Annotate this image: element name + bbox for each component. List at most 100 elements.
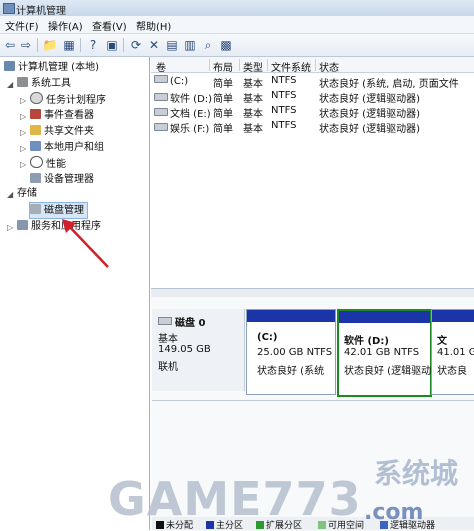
- toolbar-separator: [80, 38, 81, 52]
- toolbar-separator: [37, 38, 38, 52]
- volume-filesystem: NTFS: [271, 120, 297, 131]
- expand-icon[interactable]: ▷: [20, 160, 26, 169]
- show-hide-tree-icon[interactable]: ▦: [61, 37, 77, 53]
- tree-item-root[interactable]: 计算机管理 (本地): [4, 60, 99, 75]
- toolbar: ⇦ ⇨ 📁 ▦ ? ▣ ⟳ ✕ ▤ ▥ ⌕ ▩: [0, 34, 474, 57]
- column-header-filesystem[interactable]: 文件系统: [267, 59, 311, 74]
- partition-d[interactable]: 软件 (D:) 42.01 GB NTFS 状态良好 (逻辑驱动: [337, 309, 432, 397]
- tree-item-event-viewer[interactable]: 事件查看器: [30, 108, 94, 123]
- expand-icon[interactable]: ▷: [20, 96, 26, 105]
- back-arrow-icon[interactable]: ⇦: [2, 37, 18, 53]
- volume-layout: 简单: [213, 124, 233, 135]
- tree-item-storage[interactable]: 存储: [17, 186, 37, 201]
- table-row[interactable]: 娱乐 (F:) 简单 基本 NTFS 状态良好 (逻辑驱动器): [151, 119, 474, 135]
- volume-layout: 简单: [213, 79, 233, 90]
- disk-icon: [30, 204, 41, 214]
- services-icon: [17, 220, 28, 230]
- toolbar-separator: [123, 38, 124, 52]
- volume-type: 基本: [243, 124, 263, 135]
- partition-status: 状态良好 (逻辑驱动: [344, 366, 432, 377]
- partition-bar: [339, 311, 430, 323]
- partition-e[interactable]: 文 41.01 G 状态良: [431, 309, 474, 395]
- tree-item-device-manager[interactable]: 设备管理器: [30, 172, 94, 187]
- disk-label: 磁盘 0: [175, 318, 206, 329]
- delete-icon[interactable]: ✕: [146, 37, 162, 53]
- volume-name: 娱乐 (F:): [170, 124, 210, 135]
- navigation-tree: 计算机管理 (本地) ◢ 系统工具 ▷ 任务计划程序 ▷ 事件查看器 ▷ 共享文…: [0, 57, 150, 530]
- disk-info[interactable]: 磁盘 0 基本 149.05 GB 联机: [152, 309, 245, 391]
- watermark-domain: .com: [364, 500, 424, 525]
- menu-action[interactable]: 操作(A): [48, 18, 83, 33]
- expand-icon[interactable]: ▷: [20, 112, 26, 121]
- disk-icon: [158, 317, 172, 325]
- drive-icon: [154, 93, 168, 101]
- tools-icon: [17, 77, 28, 87]
- properties-folder-icon[interactable]: ▥: [182, 37, 198, 53]
- volume-type: 基本: [243, 94, 263, 105]
- drive-icon: [154, 123, 168, 131]
- disk-status: 联机: [158, 362, 178, 373]
- partition-size: 42.01 GB NTFS: [344, 347, 420, 358]
- title-bar: 计算机管理: [0, 0, 474, 17]
- volume-filesystem: NTFS: [271, 75, 297, 86]
- window-title: 计算机管理: [16, 6, 66, 17]
- event-log-icon: [30, 109, 41, 119]
- volume-name: (C:): [170, 76, 189, 87]
- partition-name: 软件 (D:): [344, 336, 389, 347]
- settings-icon[interactable]: ▩: [218, 37, 234, 53]
- column-header-layout[interactable]: 布局: [209, 59, 233, 74]
- menu-bar: 文件(F) 操作(A) 查看(V) 帮助(H): [0, 16, 474, 34]
- partition-c[interactable]: (C:) 25.00 GB NTFS 状态良好 (系统: [246, 309, 336, 395]
- properties-icon[interactable]: ▣: [104, 37, 120, 53]
- partition-status: 状态良: [437, 366, 467, 377]
- tree-item-system-tools[interactable]: 系统工具: [17, 76, 71, 91]
- expand-icon[interactable]: ▷: [7, 223, 13, 232]
- volume-status: 状态良好 (逻辑驱动器): [319, 109, 420, 120]
- help-icon[interactable]: ?: [85, 37, 101, 53]
- collapse-icon[interactable]: ◢: [7, 80, 13, 89]
- volume-filesystem: NTFS: [271, 90, 297, 101]
- annotation-arrow: [62, 219, 109, 268]
- open-icon[interactable]: ▤: [164, 37, 180, 53]
- tree-item-performance[interactable]: 性能: [30, 156, 66, 171]
- search-icon[interactable]: ⌕: [200, 37, 216, 53]
- app-icon: [3, 3, 15, 14]
- tree-item-shared-folders[interactable]: 共享文件夹: [30, 124, 94, 139]
- table-row[interactable]: 文档 (E:) 简单 基本 NTFS 状态良好 (逻辑驱动器): [151, 104, 474, 120]
- partition-name: 文: [437, 336, 447, 347]
- tree-item-task-scheduler[interactable]: 任务计划程序: [30, 92, 106, 107]
- expand-icon[interactable]: ▷: [20, 128, 26, 137]
- table-row[interactable]: 软件 (D:) 简单 基本 NTFS 状态良好 (逻辑驱动器): [151, 89, 474, 105]
- partition-size: 25.00 GB NTFS: [257, 347, 333, 358]
- disk-size: 149.05 GB: [158, 344, 211, 355]
- up-folder-icon[interactable]: 📁: [42, 37, 58, 53]
- partition-status: 状态良好 (系统: [257, 366, 325, 377]
- refresh-icon[interactable]: ⟳: [128, 37, 144, 53]
- column-header-status[interactable]: 状态: [315, 59, 339, 74]
- computer-icon: [4, 61, 15, 71]
- column-header-volume[interactable]: 卷: [153, 59, 166, 74]
- menu-view[interactable]: 查看(V): [92, 18, 127, 33]
- column-header-type[interactable]: 类型: [239, 59, 263, 74]
- partition-bar: [247, 310, 335, 322]
- drive-icon: [154, 75, 168, 83]
- volume-layout: 简单: [213, 109, 233, 120]
- watermark-site-name: 系统城: [374, 457, 459, 490]
- table-row[interactable]: (C:) 简单 基本 NTFS 状态良好 (系统, 启动, 页面文件: [151, 74, 474, 90]
- device-manager-icon: [30, 173, 41, 183]
- collapse-icon[interactable]: ◢: [7, 190, 13, 199]
- partition-size: 41.01 G: [437, 347, 474, 358]
- volume-layout: 简单: [213, 94, 233, 105]
- disk-type: 基本: [158, 334, 178, 345]
- volume-list-header: 卷 布局 类型 文件系统 状态: [151, 57, 474, 74]
- clock-icon: [30, 92, 43, 104]
- menu-file[interactable]: 文件(F): [5, 18, 39, 33]
- expand-icon[interactable]: ▷: [20, 144, 26, 153]
- menu-help[interactable]: 帮助(H): [136, 18, 171, 33]
- watermark-logo: GAME773: [108, 472, 362, 526]
- forward-arrow-icon[interactable]: ⇨: [18, 37, 34, 53]
- volume-status: 状态良好 (逻辑驱动器): [319, 124, 420, 135]
- partition-name: (C:): [257, 332, 278, 343]
- volume-filesystem: NTFS: [271, 105, 297, 116]
- tree-item-local-users[interactable]: 本地用户和组: [30, 140, 104, 155]
